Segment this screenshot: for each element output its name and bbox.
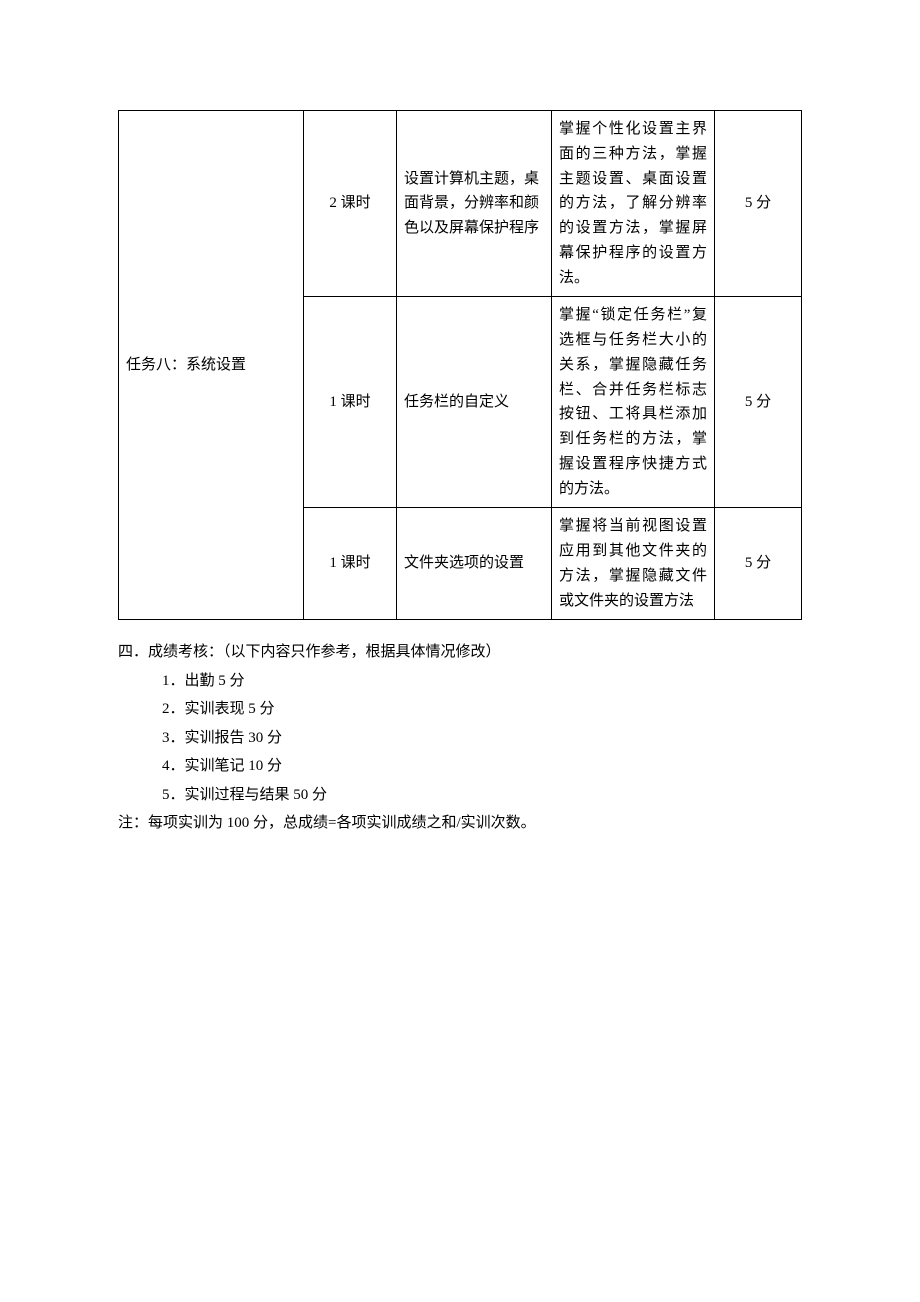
content-cell: 设置计算机主题，桌面背景，分辨率和颜色以及屏幕保护程序 xyxy=(397,111,552,297)
assessment-list: 1．出勤 5 分 2．实训表现 5 分 3．实训报告 30 分 4．实训笔记 1… xyxy=(118,667,802,810)
list-item: 3．实训报告 30 分 xyxy=(118,724,802,753)
time-cell: 1 课时 xyxy=(304,508,397,620)
table-row: 任务八：系统设置 2 课时 设置计算机主题，桌面背景，分辨率和颜色以及屏幕保护程… xyxy=(119,111,802,297)
score-cell: 5 分 xyxy=(715,508,802,620)
section-heading: 四．成绩考核：（以下内容只作参考，根据具体情况修改） xyxy=(118,638,802,667)
syllabus-table: 任务八：系统设置 2 课时 设置计算机主题，桌面背景，分辨率和颜色以及屏幕保护程… xyxy=(118,110,802,620)
content-cell: 文件夹选项的设置 xyxy=(397,508,552,620)
time-cell: 1 课时 xyxy=(304,297,397,508)
score-cell: 5 分 xyxy=(715,111,802,297)
list-item: 4．实训笔记 10 分 xyxy=(118,752,802,781)
score-cell: 5 分 xyxy=(715,297,802,508)
objective-cell: 掌握个性化设置主界面的三种方法，掌握主题设置、桌面设置的方法，了解分辨率的设置方… xyxy=(552,111,715,297)
list-item: 5．实训过程与结果 50 分 xyxy=(118,781,802,810)
list-item: 1．出勤 5 分 xyxy=(118,667,802,696)
list-item: 2．实训表现 5 分 xyxy=(118,695,802,724)
content-cell: 任务栏的自定义 xyxy=(397,297,552,508)
objective-cell: 掌握“锁定任务栏”复选框与任务栏大小的关系，掌握隐藏任务栏、合并任务栏标志按钮、… xyxy=(552,297,715,508)
note-text: 注：每项实训为 100 分，总成绩=各项实训成绩之和/实训次数。 xyxy=(118,809,802,838)
task-cell: 任务八：系统设置 xyxy=(119,111,304,620)
objective-cell: 掌握将当前视图设置应用到其他文件夹的方法，掌握隐藏文件或文件夹的设置方法 xyxy=(552,508,715,620)
time-cell: 2 课时 xyxy=(304,111,397,297)
